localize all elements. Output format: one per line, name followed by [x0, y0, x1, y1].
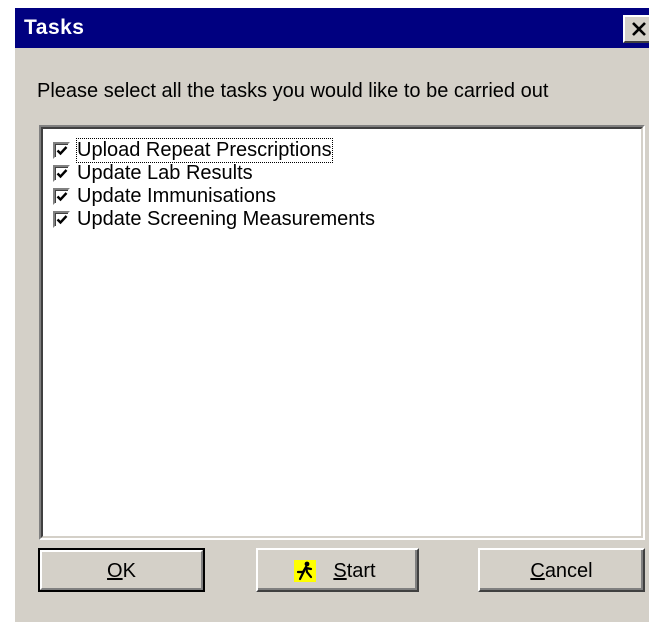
close-x-icon — [632, 22, 646, 36]
task-checklist[interactable]: Upload Repeat Prescriptions Update Lab R… — [39, 125, 645, 540]
task-label: Update Immunisations — [77, 185, 276, 207]
checkmark-icon — [56, 169, 68, 179]
checkbox[interactable] — [53, 211, 70, 228]
window-title: Tasks — [24, 16, 85, 39]
start-button[interactable]: Start — [256, 548, 419, 592]
checkmark-icon — [56, 146, 68, 156]
task-item[interactable]: Update Screening Measurements — [49, 208, 629, 232]
checkmark-icon — [56, 192, 68, 202]
task-label: Update Lab Results — [77, 162, 253, 184]
ok-button[interactable]: OK — [38, 548, 205, 592]
tasks-dialog: Tasks Please select all the tasks you wo… — [15, 8, 649, 622]
checkbox[interactable] — [53, 188, 70, 205]
task-item[interactable]: Update Immunisations — [49, 185, 629, 209]
close-button[interactable] — [623, 15, 649, 43]
task-item[interactable]: Update Lab Results — [49, 162, 629, 186]
task-label: Upload Repeat Prescriptions — [76, 138, 333, 163]
task-label: Update Screening Measurements — [77, 208, 375, 230]
checkbox[interactable] — [53, 165, 70, 182]
checkmark-icon — [56, 215, 68, 225]
task-item[interactable]: Upload Repeat Prescriptions — [49, 138, 629, 163]
title-bar[interactable]: Tasks — [15, 8, 649, 48]
checkbox[interactable] — [53, 142, 70, 159]
cancel-button[interactable]: Cancel — [478, 548, 645, 592]
instruction-text: Please select all the tasks you would li… — [37, 80, 549, 102]
